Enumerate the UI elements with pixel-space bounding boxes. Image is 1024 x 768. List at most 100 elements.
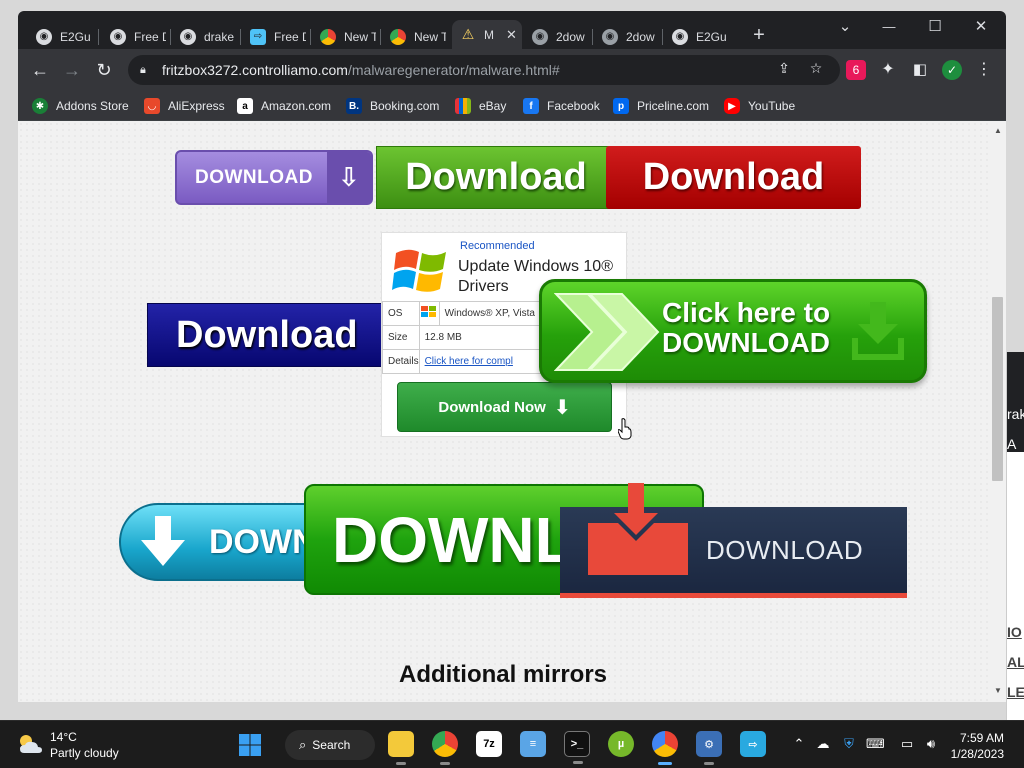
purple-download-button[interactable]: DOWNLOAD ⇩	[175, 150, 373, 205]
dark-download-button[interactable]: DOWNLOAD	[560, 483, 907, 598]
chrome-alt-icon[interactable]	[652, 731, 678, 765]
additional-mirrors-heading: Additional mirrors	[398, 661, 608, 688]
download-tray-icon	[852, 302, 904, 360]
tab-8[interactable]: ◉ 2dow	[524, 24, 590, 49]
minimize-button[interactable]: —	[874, 15, 904, 39]
side-panel-icon[interactable]: ◧	[910, 60, 930, 80]
close-window-button[interactable]: ✕	[966, 15, 996, 39]
taskbar-clock[interactable]: 7:59 AM 1/28/2023	[940, 730, 1004, 762]
tab-4[interactable]: ⇨Free D	[242, 24, 308, 49]
tab-10[interactable]: ◉ E2Gu	[664, 24, 734, 49]
url-path: /malwaregenerator/malware.html#	[347, 62, 560, 78]
bookmark-priceline[interactable]: p Priceline.com	[613, 97, 709, 115]
page-viewport: DOWNLOAD ⇩ Download Download Download Re…	[18, 121, 1006, 702]
file-explorer-icon[interactable]	[388, 731, 414, 765]
volume-icon[interactable]: 🔊︎	[922, 735, 940, 753]
tab-search-button[interactable]: ⌄	[830, 15, 860, 39]
remote-icon[interactable]: ⇨	[740, 731, 766, 757]
aliexpress-icon: ◡	[144, 98, 160, 114]
booking-icon: B.	[346, 98, 362, 114]
background-window-edge: rak A IO AL LE	[1006, 352, 1024, 720]
forward-arrow-icon[interactable]: →	[61, 59, 83, 81]
network-tool-icon[interactable]: ⚙	[696, 731, 722, 765]
chrome-icon	[390, 28, 406, 45]
maximize-button[interactable]: ☐	[920, 15, 950, 39]
tab-6[interactable]: New T	[382, 24, 448, 49]
amazon-icon: a	[237, 98, 253, 114]
scroll-down-icon[interactable]: ▼	[994, 687, 1002, 695]
bookmark-facebook[interactable]: f Facebook	[523, 97, 600, 115]
tab-9[interactable]: ◉ 2dow	[594, 24, 660, 49]
scrollbar-thumb[interactable]	[992, 297, 1003, 481]
share-icon[interactable]: ⇪	[774, 60, 794, 77]
display-icon[interactable]: ▭	[898, 735, 916, 753]
tab-separator	[240, 29, 241, 45]
globe-icon: ◉	[672, 28, 688, 45]
globe-icon: ◉	[180, 28, 196, 45]
scroll-up-icon[interactable]: ▲	[994, 127, 1002, 135]
puzzle-icon: ✱	[32, 98, 48, 114]
tab-close-icon[interactable]: ✕	[506, 27, 517, 43]
bookmark-booking[interactable]: B. Booking.com	[346, 97, 439, 115]
navy-download-button[interactable]: Download	[147, 303, 387, 367]
ad-details-link[interactable]: Click here for compl	[425, 356, 513, 367]
bookmark-ebay[interactable]: eBay	[455, 97, 506, 115]
taskbar-search-button[interactable]: ⌕ Search	[285, 730, 375, 760]
menu-kebab-icon[interactable]: ⋮	[974, 60, 994, 80]
tab-separator	[592, 29, 593, 45]
7zip-icon[interactable]: 7z	[476, 731, 502, 757]
click-here-download-button[interactable]: Click here to DOWNLOAD	[539, 279, 927, 383]
bookmark-amazon[interactable]: a Amazon.com	[237, 97, 331, 115]
reload-icon[interactable]: ↻	[93, 59, 115, 81]
address-bar[interactable]: 🔒︎ fritzbox3272.controlliamo.com/malware…	[128, 55, 840, 85]
globe-icon: ◉	[602, 28, 618, 45]
cloud-offline-icon[interactable]: ☁	[814, 735, 832, 753]
back-arrow-icon[interactable]: ←	[29, 59, 51, 81]
weather-temp: 14°C	[50, 730, 77, 744]
ad-recommended-label: Recommended	[460, 240, 535, 252]
red-download-button[interactable]: Download	[606, 146, 861, 209]
weather-widget[interactable]: 14°C Partly cloudy	[16, 729, 119, 761]
bookmark-youtube[interactable]: ▶ YouTube	[724, 97, 795, 115]
down-arrow-icon: ⬇	[553, 396, 571, 419]
defender-shield-icon[interactable]: ⛨	[840, 735, 858, 753]
bookmark-star-icon[interactable]: ☆	[806, 60, 826, 77]
chevron-up-icon[interactable]: ⌃	[790, 735, 808, 753]
globe-icon: ◉	[36, 28, 52, 45]
chrome-icon	[320, 28, 336, 45]
extension-shield-icon[interactable]: 6	[846, 60, 866, 80]
tab-2[interactable]: ◉Free D	[102, 24, 168, 49]
security-check-icon[interactable]: ✓	[942, 60, 962, 80]
terminal-icon[interactable]: >_	[564, 731, 590, 764]
priceline-icon: p	[613, 98, 629, 114]
extensions-puzzle-icon[interactable]: ✦	[878, 60, 898, 80]
tab-separator	[662, 29, 663, 45]
tab-separator	[380, 29, 381, 45]
tab-5[interactable]: New T	[312, 24, 378, 49]
tab-separator	[310, 29, 311, 45]
bookmark-aliexpress[interactable]: ◡ AliExpress	[144, 97, 225, 115]
download-now-button[interactable]: Download Now ⬇	[397, 382, 612, 432]
keyboard-icon[interactable]: ⌨	[866, 735, 885, 753]
tab-3[interactable]: ◉ drake	[172, 24, 238, 49]
tab-separator	[98, 29, 99, 45]
browser-window: ◉E2Gu ◉Free D ◉drake ⇨Free D New T New T…	[18, 11, 1006, 121]
lock-icon[interactable]: 🔒︎	[140, 64, 152, 76]
start-windows-icon[interactable]	[238, 733, 262, 757]
green-download-button[interactable]: Download	[376, 146, 616, 209]
utorrent-icon[interactable]: µ	[608, 731, 634, 757]
youtube-icon: ▶	[724, 98, 740, 114]
chrome-icon[interactable]	[432, 731, 458, 765]
down-arrow-icon: ⇩	[327, 152, 371, 203]
facebook-icon: f	[523, 98, 539, 114]
vertical-scrollbar[interactable]: ▲ ▼	[990, 121, 1006, 702]
download-folder-icon	[588, 483, 688, 575]
notepad-icon[interactable]: ≡	[520, 731, 546, 757]
clock-time: 7:59 AM	[959, 731, 1004, 745]
partly-cloudy-icon	[20, 735, 42, 753]
tab-active[interactable]: ⚠ M ✕	[452, 20, 522, 49]
bookmark-addons-store[interactable]: ✱ Addons Store	[32, 97, 129, 115]
new-tab-button[interactable]: +	[748, 24, 770, 46]
browser-toolbar: ← → ↻ 🔒︎ fritzbox3272.controlliamo.com/m…	[18, 49, 1006, 91]
tab-1[interactable]: ◉ E2Gu	[28, 24, 96, 49]
